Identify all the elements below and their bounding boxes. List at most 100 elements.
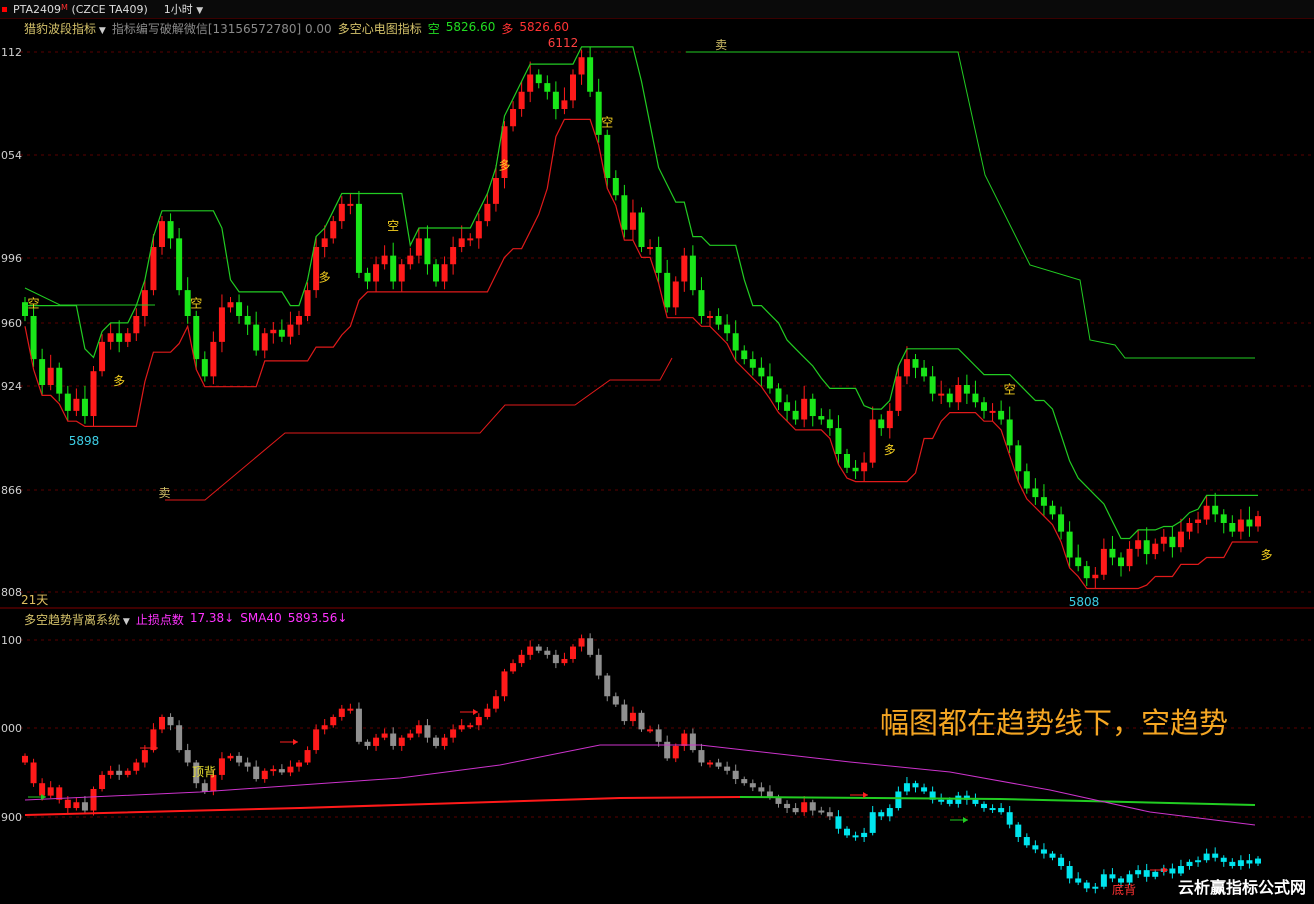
candle-body — [527, 74, 534, 92]
sub-candle-body — [1186, 861, 1193, 867]
candle-body — [852, 467, 859, 472]
sub-candle-body — [176, 725, 183, 751]
sub-candle-body — [1023, 837, 1030, 846]
candle-body — [749, 359, 756, 368]
sub-candle-body — [99, 774, 106, 789]
candle-body — [492, 178, 499, 204]
candle-body — [1195, 519, 1202, 523]
sub-candle-body — [355, 708, 362, 742]
signal-label: 多 — [319, 271, 331, 285]
sub-candle-body — [544, 650, 551, 655]
sub-candle-body — [398, 737, 405, 746]
sub-candle-body — [1058, 857, 1065, 867]
candle-body — [621, 195, 628, 230]
candle-body — [587, 57, 594, 92]
candle-body — [689, 255, 696, 291]
sub-candle-body — [338, 708, 345, 717]
sub-candle-body — [912, 783, 919, 788]
candle-body — [552, 91, 559, 109]
sub-candle-body — [715, 762, 722, 767]
candle-body — [364, 272, 371, 282]
sub-candle-body — [184, 750, 191, 763]
sub-candle-body — [989, 808, 996, 811]
signal-label: 空 — [387, 219, 399, 233]
candle-body — [1032, 488, 1039, 498]
candle-body — [415, 238, 422, 256]
sub-trend-green — [739, 796, 1256, 806]
candle-body — [741, 350, 748, 360]
candle-body — [792, 410, 799, 420]
sub-candle-body — [518, 654, 525, 664]
sub-candle-body — [218, 758, 225, 775]
candle-body — [467, 238, 474, 241]
sub-candle-body — [681, 733, 688, 746]
candle-body — [818, 416, 825, 420]
sub-candle-body — [64, 799, 71, 809]
low-price-label: 5898 — [69, 434, 100, 448]
candle-body — [201, 359, 208, 377]
sub-candle-body — [698, 750, 705, 763]
candle-body — [218, 307, 225, 342]
candle-body — [895, 376, 902, 411]
sub-candle-body — [1075, 878, 1082, 883]
sub-candle-body — [758, 787, 765, 792]
sub-candle-body — [415, 725, 422, 734]
long-trend-green — [24, 51, 1255, 359]
y-tick-label: 808 — [1, 586, 22, 599]
sub-candle-body — [938, 799, 945, 802]
candle-body — [664, 272, 671, 308]
sub-candle-body — [1032, 845, 1039, 850]
candle-body — [1023, 471, 1030, 489]
candle-body — [304, 290, 311, 316]
sub-candle-body — [749, 783, 756, 788]
candle-body — [321, 238, 328, 247]
candle-body — [1092, 574, 1099, 579]
candle-body — [946, 393, 953, 403]
candle-body — [1040, 497, 1047, 506]
candle-body — [330, 221, 337, 239]
sub-candle-body — [501, 671, 508, 697]
watermark: 云析赢指标公式网 — [1177, 878, 1306, 897]
arrow-head — [293, 739, 298, 745]
y-tick-label: 054 — [1, 149, 22, 162]
sub-candle-body — [895, 791, 902, 809]
sma-line — [24, 744, 1256, 826]
sub-candle-body — [116, 770, 123, 775]
y-tick-label: 866 — [1, 484, 22, 497]
y-tick-label: 112 — [1, 46, 22, 59]
candle-body — [64, 393, 71, 411]
sub-candle-body — [1015, 824, 1022, 838]
candle-body — [809, 398, 816, 417]
sub-candle-body — [330, 716, 337, 726]
sub-candle-body — [313, 729, 320, 751]
signal-label: 空 — [1004, 383, 1016, 397]
sub-candle-body — [664, 741, 671, 759]
chart-canvas[interactable]: 112054996960924866808100000900空多空多空多空多空多… — [0, 0, 1314, 904]
candle-body — [30, 316, 37, 360]
sub-candle-body — [424, 725, 431, 738]
sub-candle-body — [852, 835, 859, 838]
candle-body — [484, 203, 491, 222]
sub-candle-body — [1143, 870, 1150, 877]
candle-body — [236, 302, 243, 316]
candle-body — [159, 221, 165, 247]
candle-body — [758, 367, 765, 377]
arrow-head-green — [963, 817, 968, 823]
sub-candle-body — [809, 802, 816, 811]
candle-body — [133, 316, 140, 334]
candle-body — [1220, 514, 1227, 523]
candle-body — [878, 419, 885, 429]
candle-body — [1160, 536, 1167, 544]
sub-candle-body — [1049, 853, 1056, 858]
candle-body — [398, 264, 405, 282]
sub-candle-body — [1212, 853, 1219, 858]
candle-body — [433, 264, 439, 282]
sub-candle-body — [381, 733, 388, 738]
candle-body — [655, 247, 662, 273]
sub-candle-body — [527, 646, 534, 655]
candle-body — [1109, 548, 1116, 558]
candle-body — [963, 385, 970, 394]
candle-body — [287, 324, 294, 337]
candle-body — [210, 341, 217, 377]
sub-candle-body — [604, 675, 611, 697]
